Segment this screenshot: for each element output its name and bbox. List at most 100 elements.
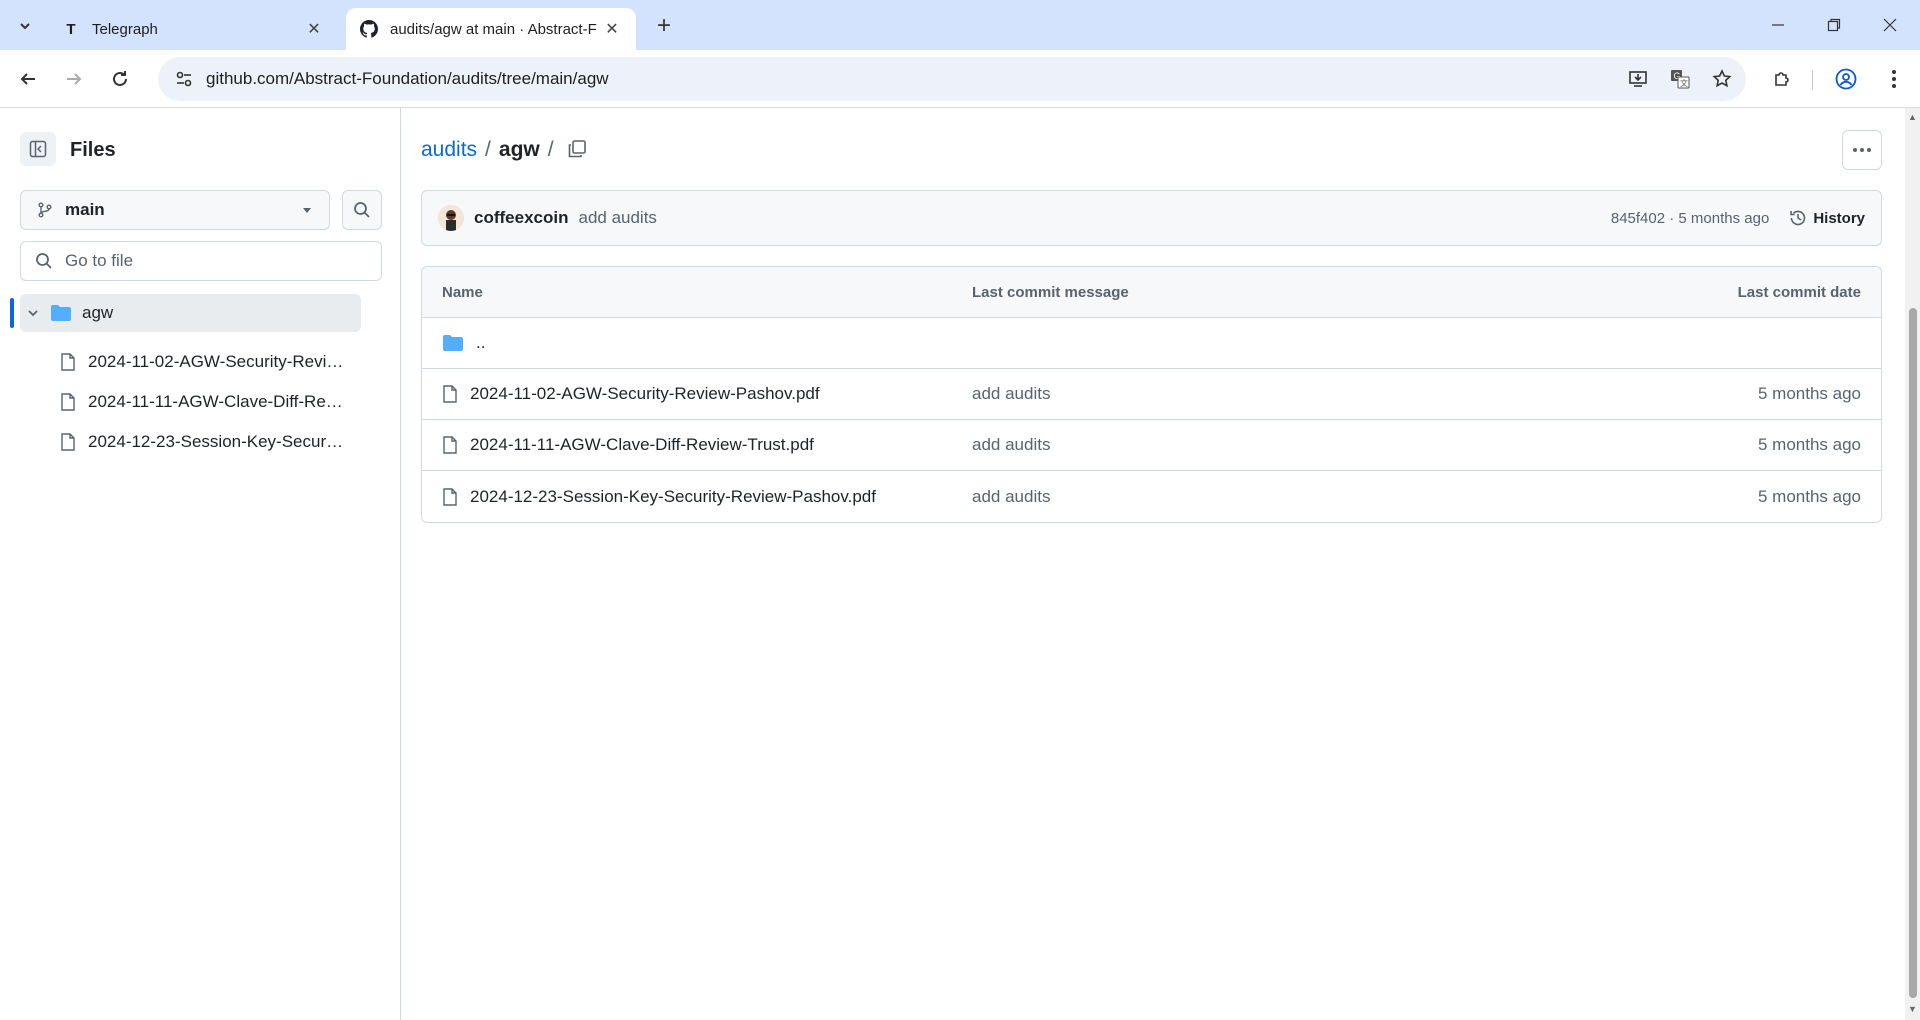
minimize-button[interactable] xyxy=(1750,0,1806,50)
minimize-icon xyxy=(1772,24,1784,26)
tree-file-label: 2024-12-23-Session-Key-Security-Review-P… xyxy=(88,432,346,451)
search-files-button[interactable] xyxy=(342,190,382,230)
close-icon[interactable]: ✕ xyxy=(602,19,622,39)
tab-search-button[interactable] xyxy=(12,13,38,39)
search-icon xyxy=(36,253,52,269)
forward-button[interactable] xyxy=(58,63,90,95)
table-row: 2024-11-11-AGW-Clave-Diff-Review-Trust.p… xyxy=(422,420,1881,471)
commit-date: 5 months ago xyxy=(1757,486,1861,506)
more-options-button[interactable] xyxy=(1842,130,1882,170)
extensions-button[interactable] xyxy=(1766,63,1798,95)
tab-github-audits[interactable]: audits/agw at main · Abstract-F ✕ xyxy=(346,8,636,50)
chevron-down-icon xyxy=(20,23,30,30)
file-tree-sidebar: Files main agw 2024-11-02-AGW-Security-R… xyxy=(0,108,401,1020)
kebab-menu-icon xyxy=(1892,70,1896,88)
collapse-sidebar-button[interactable] xyxy=(20,132,56,166)
breadcrumb: audits / agw / xyxy=(421,138,562,162)
copy-icon xyxy=(568,140,586,158)
breadcrumb-separator: / xyxy=(547,138,554,161)
commit-message-link[interactable]: add audits xyxy=(578,208,1610,228)
arrow-right-icon xyxy=(67,73,82,85)
avatar[interactable] xyxy=(438,205,464,231)
kebab-horizontal-icon xyxy=(1853,148,1871,152)
reload-button[interactable] xyxy=(104,63,136,95)
site-info-icon[interactable] xyxy=(166,70,202,88)
file-name-link[interactable]: 2024-11-02-AGW-Security-Review-Pashov.pd… xyxy=(470,384,820,404)
tab-strip: T Telegraph ✕ audits/agw at main · Abstr… xyxy=(0,0,1920,50)
commit-message-link[interactable]: add audits xyxy=(972,435,1581,455)
branch-name: main xyxy=(65,200,105,219)
browser-toolbar: github.com/Abstract-Foundation/audits/tr… xyxy=(0,50,1920,108)
folder-open-icon xyxy=(51,305,71,321)
tree-file[interactable]: 2024-11-11-AGW-Clave-Diff-Review-Trust.p… xyxy=(60,384,360,420)
scroll-up-arrow-icon[interactable]: ▲ xyxy=(1907,112,1918,123)
file-icon xyxy=(61,393,75,411)
go-to-file-field[interactable] xyxy=(20,241,382,281)
commit-date: 5 months ago xyxy=(1757,384,1861,403)
close-window-button[interactable] xyxy=(1862,0,1918,50)
branch-selector[interactable]: main xyxy=(20,190,330,230)
commit-author-link[interactable]: coffeexcoin xyxy=(474,208,568,228)
translate-icon[interactable]: G文 xyxy=(1662,61,1698,97)
toolbar-divider xyxy=(1812,70,1813,90)
search-icon xyxy=(354,202,370,218)
active-indicator xyxy=(10,298,14,328)
history-button[interactable]: History xyxy=(1789,209,1865,227)
file-icon xyxy=(443,487,457,506)
breadcrumb-current-dir: agw xyxy=(498,138,540,161)
scroll-thumb[interactable] xyxy=(1909,308,1917,998)
chevron-down-icon xyxy=(28,310,38,317)
bookmark-star-icon[interactable] xyxy=(1704,61,1740,97)
tab-title: Telegraph xyxy=(92,20,158,38)
reload-icon xyxy=(113,71,127,86)
history-icon xyxy=(1790,210,1806,226)
tree-folder-agw[interactable]: agw xyxy=(20,294,361,332)
file-name-link[interactable]: 2024-11-11-AGW-Clave-Diff-Review-Trust.p… xyxy=(470,435,814,455)
sidebar-collapse-icon xyxy=(29,140,47,158)
arrow-left-icon xyxy=(20,73,35,85)
tree-file[interactable]: 2024-11-02-AGW-Security-Review-Pashov.pd… xyxy=(60,344,360,380)
commit-message-link[interactable]: add audits xyxy=(972,487,1581,507)
tree-file-label: 2024-11-11-AGW-Clave-Diff-Review-Trust.p… xyxy=(88,392,346,411)
file-name-link[interactable]: 2024-12-23-Session-Key-Security-Review-P… xyxy=(470,487,876,507)
breadcrumb-repo-link[interactable]: audits xyxy=(421,138,477,162)
install-app-icon[interactable] xyxy=(1620,61,1656,97)
restore-button[interactable] xyxy=(1806,0,1862,50)
git-branch-icon xyxy=(38,202,52,218)
parent-directory-row[interactable]: .. xyxy=(422,318,1881,369)
header-date: Last commit date xyxy=(1737,283,1861,301)
tree-file-label: 2024-11-02-AGW-Security-Review-Pashov.pd… xyxy=(88,352,346,371)
latest-commit-box: coffeexcoin add audits 845f402 · 5 month… xyxy=(421,190,1882,246)
folder-label: agw xyxy=(82,303,114,322)
tab-title: audits/agw at main · Abstract-F xyxy=(390,20,597,38)
table-row: 2024-12-23-Session-Key-Security-Review-P… xyxy=(422,471,1881,522)
menu-button[interactable] xyxy=(1878,63,1910,95)
file-table: Name Last commit message Last commit dat… xyxy=(421,266,1882,523)
commit-date: 5 months ago xyxy=(1757,435,1861,454)
commit-message-link[interactable]: add audits xyxy=(972,384,1581,404)
table-header: Name Last commit message Last commit dat… xyxy=(422,267,1881,318)
parent-directory-link[interactable]: .. xyxy=(476,333,485,353)
file-icon xyxy=(61,433,75,451)
page-scrollbar[interactable]: ▲ ▼ xyxy=(1905,108,1920,1020)
header-message: Last commit message xyxy=(972,283,1129,301)
copy-path-button[interactable] xyxy=(562,134,592,164)
profile-icon xyxy=(1835,68,1857,90)
breadcrumb-separator: / xyxy=(485,138,491,161)
address-bar[interactable]: github.com/Abstract-Foundation/audits/tr… xyxy=(158,57,1746,101)
close-icon[interactable]: ✕ xyxy=(304,19,324,39)
svg-text:文: 文 xyxy=(1680,78,1688,88)
profile-button[interactable] xyxy=(1830,63,1862,95)
new-tab-button[interactable]: + xyxy=(650,12,678,40)
telegraph-favicon-icon: T xyxy=(66,20,76,38)
tab-telegraph[interactable]: T Telegraph ✕ xyxy=(48,8,338,50)
go-to-file-input[interactable] xyxy=(65,251,365,271)
scroll-down-arrow-icon[interactable]: ▼ xyxy=(1907,1004,1918,1015)
tree-file[interactable]: 2024-12-23-Session-Key-Security-Review-P… xyxy=(60,424,360,460)
restore-icon xyxy=(1827,18,1841,32)
file-icon xyxy=(443,385,457,403)
back-button[interactable] xyxy=(12,63,44,95)
file-icon xyxy=(443,436,457,454)
commit-sha-and-time[interactable]: 845f402 · 5 months ago xyxy=(1611,210,1769,227)
folder-icon xyxy=(443,335,463,351)
